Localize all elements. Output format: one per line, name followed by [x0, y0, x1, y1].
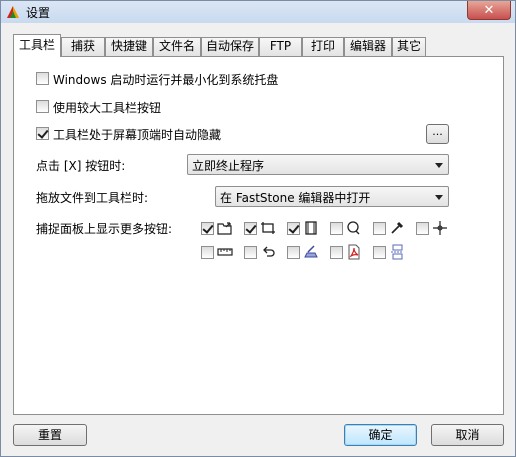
drag-action-label: 拖放文件到工具栏时:	[36, 191, 149, 205]
close-action-label: 点击 [X] 按钮时:	[36, 159, 126, 173]
crosshair-checkbox[interactable]	[416, 222, 429, 235]
crop-checkbox[interactable]	[244, 222, 257, 235]
ruler-checkbox[interactable]	[201, 246, 214, 259]
window-title: 设置	[26, 6, 51, 20]
ok-button[interactable]: 确定	[344, 424, 417, 446]
scanner-icon	[304, 245, 318, 258]
undo-arrow-checkbox[interactable]	[244, 246, 257, 259]
drag-action-dropdown[interactable]: 在 FastStone 编辑器中打开	[215, 186, 449, 207]
tab-autosave[interactable]: 自动保存	[201, 37, 259, 56]
undo-arrow-icon	[263, 246, 275, 257]
magnifier-checkbox[interactable]	[330, 222, 343, 235]
cancel-button[interactable]: 取消	[431, 424, 504, 446]
title-bar[interactable]: 设置 ✕	[1, 1, 515, 23]
chevron-down-icon	[435, 195, 443, 200]
film-strip-checkbox[interactable]	[287, 222, 300, 235]
split-page-checkbox[interactable]	[373, 246, 386, 259]
pdf-icon	[348, 244, 360, 260]
chevron-down-icon	[435, 163, 443, 168]
crop-icon	[261, 222, 275, 234]
minimize-to-tray-checkbox[interactable]	[36, 72, 49, 85]
auto-hide-checkbox[interactable]	[36, 127, 49, 140]
open-folder-checkbox[interactable]	[201, 222, 214, 235]
split-page-icon	[391, 244, 403, 260]
app-logo-icon	[7, 6, 19, 18]
open-folder-icon	[217, 222, 232, 235]
larger-buttons-label: 使用较大工具栏按钮	[53, 101, 162, 115]
tab-filename[interactable]: 文件名	[153, 37, 201, 56]
color-picker-checkbox[interactable]	[373, 222, 386, 235]
ruler-icon	[217, 248, 233, 256]
auto-hide-label: 工具栏处于屏幕顶端时自动隐藏	[53, 128, 222, 142]
tab-other[interactable]: 其它	[392, 37, 426, 56]
larger-buttons-checkbox[interactable]	[36, 100, 49, 113]
minimize-to-tray-label: Windows 启动时运行并最小化到系统托盘	[53, 73, 279, 87]
film-strip-icon	[305, 221, 317, 235]
capture-panel-label: 捕捉面板上显示更多按钮:	[36, 222, 173, 236]
magnifier-icon	[347, 221, 360, 235]
drag-action-value: 在 FastStone 编辑器中打开	[220, 191, 371, 205]
scanner-checkbox[interactable]	[287, 246, 300, 259]
close-button[interactable]: ✕	[467, 1, 511, 20]
auto-hide-more-button[interactable]: ...	[426, 124, 449, 144]
reset-button[interactable]: 重置	[13, 424, 87, 446]
crosshair-icon	[433, 221, 447, 235]
pdf-checkbox[interactable]	[330, 246, 343, 259]
tab-ftp[interactable]: FTP	[259, 37, 302, 56]
toolbar-settings-panel: Windows 启动时运行并最小化到系统托盘 使用较大工具栏按钮 工具栏处于屏幕…	[13, 56, 504, 415]
settings-window: 设置 ✕ 工具栏 捕获 快捷键 文件名 自动保存 FTP 打印 编辑器 其它 W…	[0, 0, 516, 457]
tab-hotkeys[interactable]: 快捷键	[105, 37, 153, 56]
tab-editor[interactable]: 编辑器	[344, 37, 392, 56]
tab-toolbar[interactable]: 工具栏	[13, 34, 61, 57]
close-action-value: 立即终止程序	[192, 159, 265, 173]
tab-print[interactable]: 打印	[302, 37, 344, 56]
close-action-dropdown[interactable]: 立即终止程序	[187, 154, 449, 175]
tab-capture[interactable]: 捕获	[61, 37, 105, 56]
color-picker-icon	[391, 221, 404, 234]
